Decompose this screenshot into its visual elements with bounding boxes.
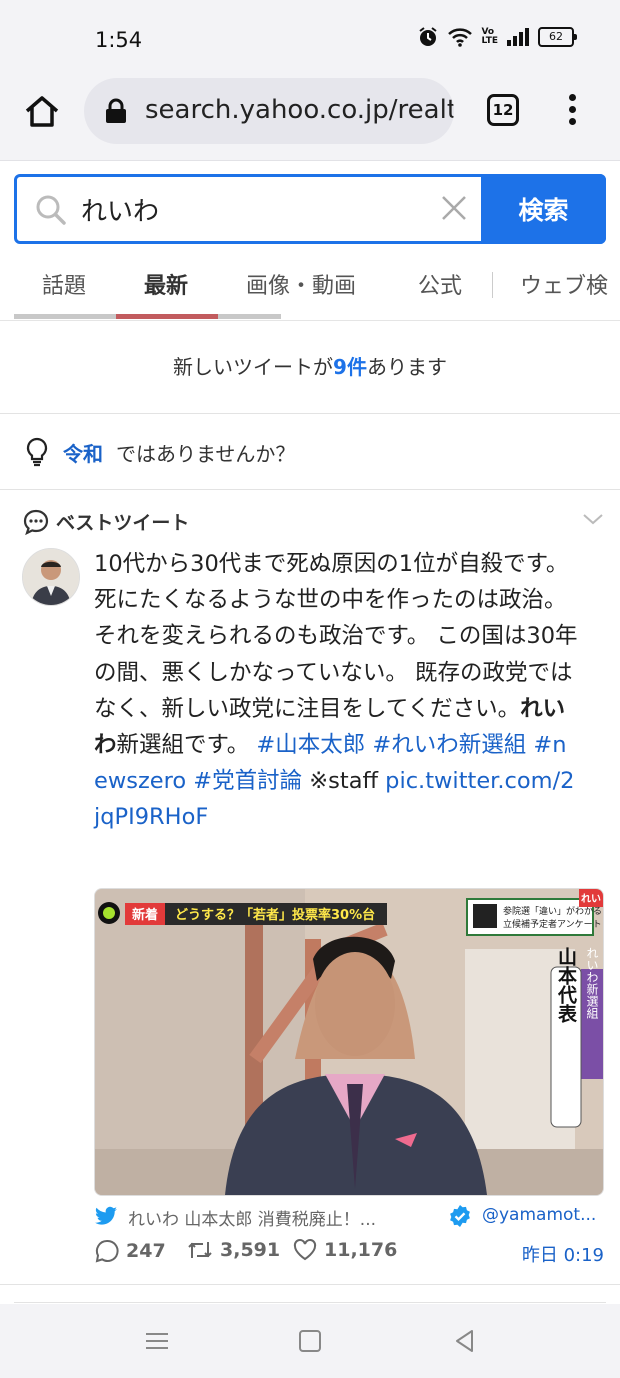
tweet-actions: 247 3,591 11,176 昨日 0:19 — [94, 1238, 604, 1272]
new-tweets-before: 新しいツイートが — [173, 355, 334, 379]
search-icon — [36, 195, 66, 225]
verified-badge-icon — [450, 1205, 470, 1227]
status-bar: 1:54 Vo LTE 62 — [0, 0, 620, 78]
signal-icon — [507, 28, 529, 46]
tweet-time[interactable]: 昨日 0:19 — [522, 1241, 604, 1267]
media-party-plate: れいわ新選組 — [585, 947, 599, 1019]
wifi-icon — [448, 28, 473, 47]
alarm-icon — [419, 27, 438, 46]
retweet-button[interactable]: 3,591 — [186, 1238, 280, 1262]
media-headline: どうする？「若者」投票率30%台 — [175, 907, 375, 923]
home-icon[interactable] — [22, 92, 62, 132]
like-count: 11,176 — [324, 1239, 398, 1261]
reply-count: 247 — [126, 1240, 166, 1262]
reply-icon — [95, 1239, 119, 1263]
suggestion-text: ではありませんか？ — [116, 442, 296, 466]
spelling-suggestion: 令和 ではありませんか？ — [0, 414, 620, 490]
speech-bubble-icon — [23, 509, 49, 536]
media-qr-text2: 立候補予定者アンケート — [503, 918, 602, 930]
new-tweets-after: あります — [366, 355, 447, 379]
tab-official[interactable]: 公式 — [418, 268, 462, 300]
best-tweet-title: ベストツイート — [56, 512, 190, 534]
tweet-media-image[interactable]: 新着 どうする？「若者」投票率30%台 参院選「違い」がわかる 立候補予定者アン… — [94, 888, 604, 1196]
new-tweets-count: 9件 — [333, 355, 367, 379]
tab-topics[interactable]: 話題 — [42, 268, 86, 300]
tweet-handle[interactable]: @yamamot... — [482, 1205, 596, 1225]
suggestion-link[interactable]: 令和 — [63, 438, 103, 467]
search-box: 検索 — [14, 174, 606, 244]
divider — [14, 1302, 606, 1303]
active-tab-indicator — [116, 314, 218, 319]
tweet-source-title[interactable]: れいわ 山本太郎 消費税廃止！... — [128, 1205, 376, 1230]
battery-indicator: 62 — [538, 27, 577, 47]
tweet-body: 10代から30代まで死ぬ原因の1位が自殺です。死にたくなるような世の中を作ったの… — [94, 546, 580, 836]
address-bar[interactable]: search.yahoo.co.jp/realt — [84, 78, 454, 144]
volte-icon: Vo LTE — [481, 27, 498, 46]
status-time: 1:54 — [95, 28, 143, 52]
url-text: search.yahoo.co.jp/realt — [145, 95, 454, 125]
retweet-count: 3,591 — [220, 1239, 281, 1261]
media-corner: れい — [581, 893, 601, 905]
home-nav-icon[interactable] — [295, 1326, 325, 1356]
tweet-meta: れいわ 山本太郎 消費税廃止！... @yamamot... — [94, 1202, 604, 1234]
search-input[interactable] — [81, 185, 421, 233]
search-button[interactable]: 検索 — [481, 174, 606, 244]
browser-toolbar: search.yahoo.co.jp/realt 12 — [0, 78, 620, 161]
tweet-text: 10代から30代まで死ぬ原因の1位が自殺です。死にたくなるような世の中を作ったの… — [94, 551, 578, 722]
system-nav-bar — [0, 1304, 620, 1378]
reply-button[interactable]: 247 — [94, 1238, 166, 1264]
like-button[interactable]: 11,176 — [292, 1238, 397, 1262]
divider — [0, 1284, 620, 1285]
heart-icon — [293, 1239, 317, 1261]
search-tabs: 話題 最新 画像・動画 公式 ウェブ検 — [0, 258, 620, 320]
tab-web[interactable]: ウェブ検 — [520, 268, 608, 300]
tabs-underline — [14, 314, 281, 319]
media-name-plate: 山本代表 — [555, 947, 578, 1024]
tweet-staff: ※staff — [302, 768, 386, 795]
overflow-menu-icon[interactable] — [560, 94, 584, 130]
retweet-icon — [188, 1242, 212, 1258]
best-tweet-header: ベストツイート — [0, 490, 620, 545]
tab-divider — [492, 272, 493, 298]
tweet-text-cont: 新選組です。 — [116, 732, 257, 759]
tab-switcher-button[interactable]: 12 — [487, 94, 519, 126]
status-icons: Vo LTE 62 — [417, 26, 577, 48]
chevron-down-icon[interactable] — [582, 512, 604, 526]
tab-images-videos[interactable]: 画像・動画 — [246, 268, 356, 300]
clear-icon[interactable] — [439, 193, 469, 223]
back-icon[interactable] — [450, 1326, 480, 1356]
lock-icon — [106, 98, 126, 123]
media-badge-new: 新着 — [132, 907, 158, 923]
menu-icon[interactable] — [142, 1326, 172, 1356]
avatar[interactable] — [22, 548, 80, 606]
twitter-bird-icon — [95, 1206, 117, 1225]
tab-latest[interactable]: 最新 — [144, 268, 188, 300]
lightbulb-icon — [26, 437, 48, 467]
new-tweets-banner[interactable]: 新しいツイートが9件あります — [0, 321, 620, 414]
